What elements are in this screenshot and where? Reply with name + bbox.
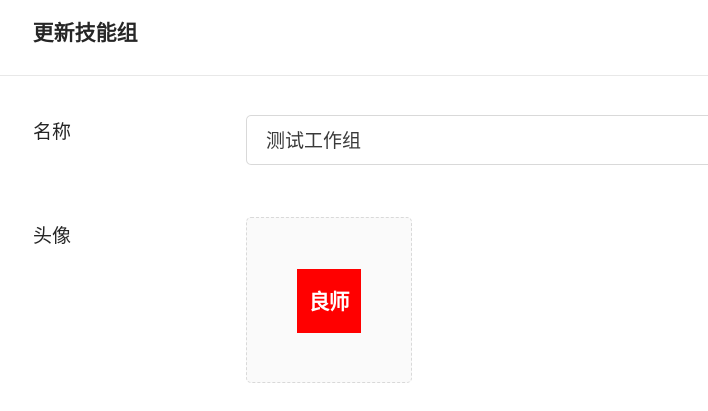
- name-label: 名称: [33, 121, 72, 143]
- page-title: 更新技能组: [33, 21, 138, 45]
- page-header: 更新技能组: [0, 0, 708, 76]
- avatar-image: 良师: [297, 269, 361, 333]
- name-input-value: 测试工作组: [266, 130, 362, 152]
- update-skill-group-page: 更新技能组 名称 测试工作组 头像 良师: [0, 0, 708, 411]
- avatar-upload[interactable]: 良师: [246, 217, 412, 383]
- avatar-image-text: 良师: [309, 290, 350, 314]
- avatar-label: 头像: [33, 225, 72, 247]
- name-input[interactable]: 测试工作组: [246, 115, 708, 165]
